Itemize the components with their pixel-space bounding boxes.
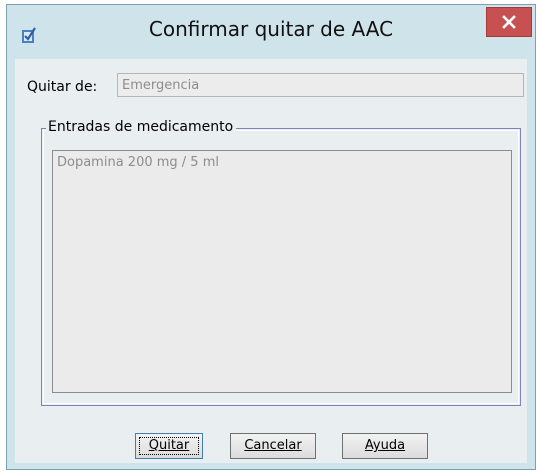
medication-entries-list[interactable]: Dopamina 200 mg / 5 ml (52, 150, 512, 393)
app-icon (22, 27, 36, 43)
title-bar[interactable]: Confirmar quitar de AAC (7, 5, 535, 59)
medication-entries-group: Entradas de medicamento Dopamina 200 mg … (41, 119, 521, 406)
close-button[interactable] (486, 7, 532, 37)
remove-button[interactable]: Quitar (135, 433, 203, 459)
dialog-window: Confirmar quitar de AAC Quitar de: Entra… (6, 4, 536, 470)
remove-from-field[interactable] (117, 73, 524, 97)
list-item[interactable]: Dopamina 200 mg / 5 ml (57, 155, 219, 170)
cancel-button[interactable]: Cancelar (230, 433, 316, 459)
medication-entries-legend: Entradas de medicamento (46, 119, 237, 135)
help-button[interactable]: Ayuda (342, 433, 428, 459)
close-icon (502, 15, 516, 29)
remove-from-label: Quitar de: (27, 79, 98, 95)
window-title: Confirmar quitar de AAC (148, 17, 394, 41)
dialog-body: Quitar de: Entradas de medicamento Dopam… (15, 59, 527, 463)
